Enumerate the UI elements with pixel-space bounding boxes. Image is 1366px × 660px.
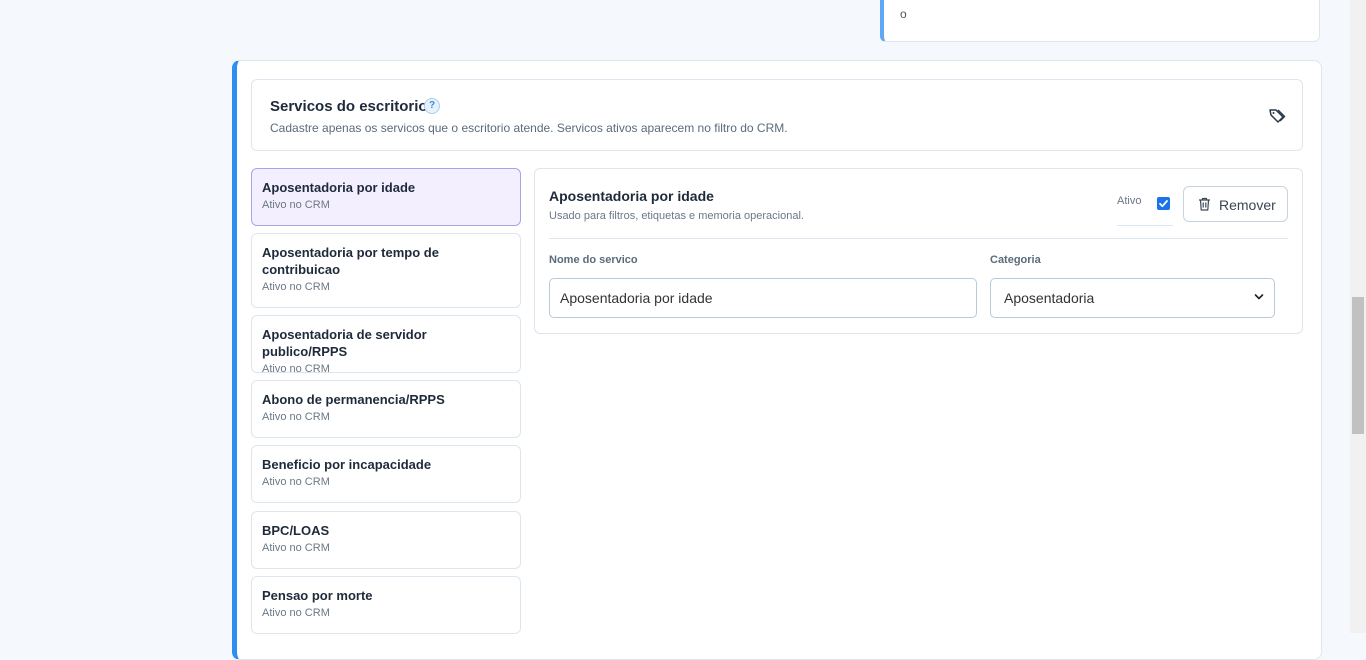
service-name: Beneficio por incapacidade xyxy=(262,457,432,472)
scrollbar-thumb[interactable] xyxy=(1352,297,1364,434)
tags-icon xyxy=(1269,109,1286,123)
service-name-input[interactable]: Aposentadoria por idade xyxy=(549,278,977,318)
active-checkbox[interactable] xyxy=(1157,197,1170,210)
trash-icon xyxy=(1199,197,1210,211)
previous-card: o xyxy=(880,0,1320,42)
service-item-abono-permanencia[interactable]: Abono de permanencia/RPPS Ativo no CRM xyxy=(251,380,521,438)
service-name: Pensao por morte xyxy=(262,588,373,603)
service-item-servidor-rpps[interactable]: Aposentadoria de servidor publico/RPPS A… xyxy=(251,315,521,375)
service-item-pensao-morte[interactable]: Pensao por morte Ativo no CRM xyxy=(251,576,521,634)
service-item-aposentadoria-tempo[interactable]: Aposentadoria por tempo de contribuicao … xyxy=(251,233,521,308)
category-field-label: Categoria xyxy=(990,254,1041,266)
service-item-incapacidade[interactable]: Beneficio por incapacidade Ativo no CRM xyxy=(251,445,521,503)
service-name: Abono de permanencia/RPPS xyxy=(262,392,445,407)
detail-title: Aposentadoria por idade xyxy=(549,188,714,204)
category-value: Aposentadoria xyxy=(1004,290,1095,306)
service-status: Ativo no CRM xyxy=(262,542,330,554)
name-field-label: Nome do servico xyxy=(549,254,638,266)
detail-subtitle: Usado para filtros, etiquetas e memoria … xyxy=(549,210,804,222)
remove-label: Remover xyxy=(1219,197,1276,213)
service-name: Aposentadoria por idade xyxy=(262,180,416,195)
category-select[interactable]: Aposentadoria xyxy=(990,278,1275,318)
services-header: Servicos do escritorio ? Cadastre apenas… xyxy=(251,79,1303,151)
check-icon xyxy=(1159,200,1168,208)
service-status: Ativo no CRM xyxy=(262,411,330,423)
service-status: Ativo no CRM xyxy=(262,607,330,619)
detail-divider xyxy=(549,238,1288,239)
previous-card-text: o xyxy=(900,7,907,21)
service-status: Ativo no CRM xyxy=(262,476,330,488)
remove-button[interactable]: Remover xyxy=(1183,186,1288,222)
service-status: Ativo no CRM xyxy=(262,199,330,211)
service-item-bpc-loas[interactable]: BPC/LOAS Ativo no CRM xyxy=(251,511,521,569)
service-name: Aposentadoria por tempo de contribuicao xyxy=(262,245,439,277)
chevron-down-icon xyxy=(1254,294,1264,300)
service-status: Ativo no CRM xyxy=(262,281,330,293)
active-label: Ativo xyxy=(1117,195,1142,207)
active-underline xyxy=(1117,225,1173,226)
section-subtitle: Cadastre apenas os servicos que o escrit… xyxy=(270,121,788,135)
question-circle-icon[interactable]: ? xyxy=(424,98,440,114)
service-item-aposentadoria-idade[interactable]: Aposentadoria por idade Ativo no CRM xyxy=(251,168,521,226)
service-name: BPC/LOAS xyxy=(262,523,330,538)
service-detail-card: Aposentadoria por idade Usado para filtr… xyxy=(534,168,1303,334)
service-status: Ativo no CRM xyxy=(262,363,330,375)
section-title: Servicos do escritorio xyxy=(270,98,428,115)
service-name: Aposentadoria de servidor publico/RPPS xyxy=(262,327,427,359)
